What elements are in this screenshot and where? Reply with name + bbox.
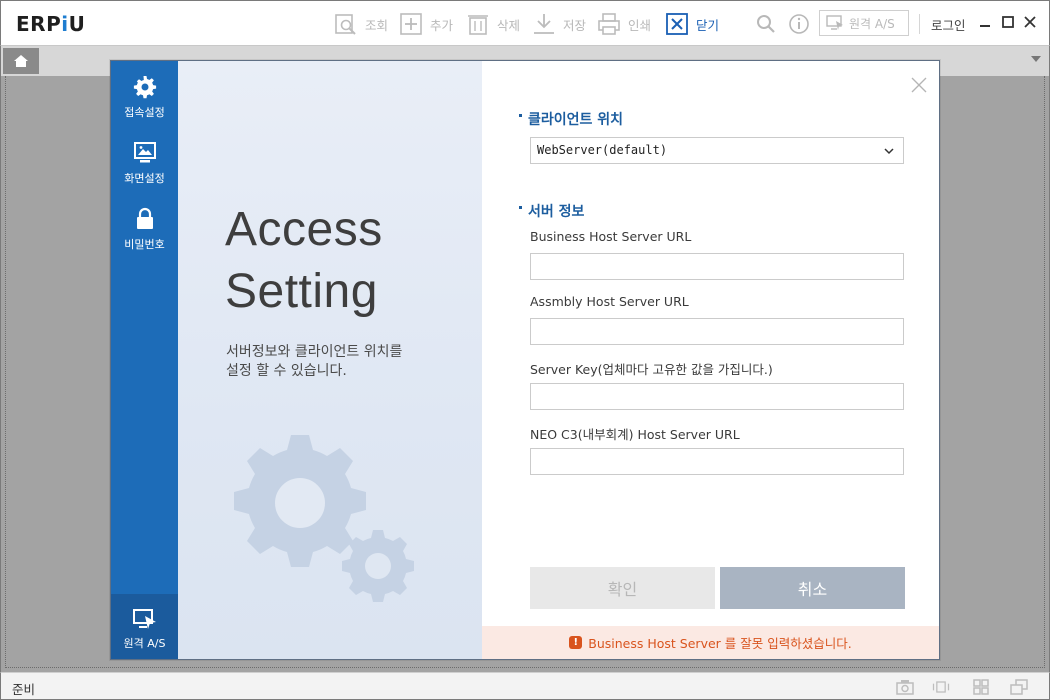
save-label: 저장 [563,17,587,33]
business-host-url-label: Business Host Server URL [530,229,692,244]
chevron-down-icon [884,148,894,155]
client-location-value: WebServer(default) [537,143,668,157]
login-link[interactable]: 로그인 [931,15,966,34]
close-box-icon [666,13,688,35]
add-icon [400,13,422,35]
cancel-button[interactable]: 취소 [720,567,905,609]
save-button[interactable]: 저장 [532,11,586,37]
app-logo: ERPiU [16,12,86,36]
camera-icon[interactable] [895,678,915,696]
assembly-host-url-label: Assmbly Host Server URL [530,294,689,309]
printer-icon [598,13,620,35]
print-button[interactable]: 인쇄 [597,11,651,37]
remote-as-button[interactable]: 원격 A/S [819,10,909,36]
close-button[interactable]: 닫기 [665,11,719,37]
maximize-icon[interactable] [1001,15,1015,29]
banner-title: Access Setting [225,203,383,318]
client-location-select[interactable]: WebServer(default) [530,137,904,164]
access-setting-dialog: 접속설정 화면설정 비밀번호 원격 A/S Access Setting 서버정… [110,60,940,660]
server-info-heading: 서버 정보 [519,201,584,221]
toolbar-divider [919,14,920,34]
nav-item-connection-settings[interactable]: 접속설정 [111,61,178,127]
nav-bottom-label: 원격 A/S [123,637,166,650]
error-message-text: Business Host Server 를 잘못 입력하셨습니다. [588,636,852,651]
status-text: 준비 [12,682,36,697]
nav-item-password[interactable]: 비밀번호 [111,193,178,259]
neo-c3-host-url-label: NEO C3(내부회계) Host Server URL [530,427,740,442]
server-key-input[interactable] [530,383,904,410]
print-label: 인쇄 [628,17,652,33]
nav-item-label: 화면설정 [124,172,165,185]
close-label: 닫기 [696,17,720,33]
add-label: 추가 [430,17,454,33]
dialog-nav: 접속설정 화면설정 비밀번호 원격 A/S [111,61,178,659]
gear-icon [133,76,156,99]
neo-c3-host-url-input[interactable] [530,448,904,475]
client-location-heading: 클라이언트 위치 [519,109,623,129]
remote-monitor-icon [132,609,156,629]
business-host-url-input[interactable] [530,253,904,280]
warning-icon: ! [569,636,583,649]
home-icon [14,55,28,67]
window-close-icon[interactable] [1023,15,1037,29]
server-key-label: Server Key(업체마다 고유한 값을 가집니다.) [530,362,773,377]
home-tab[interactable] [3,48,39,74]
tab-dropdown-icon[interactable] [1031,56,1041,62]
trash-icon [468,15,488,35]
info-icon[interactable] [787,12,811,36]
minimize-icon[interactable] [978,15,992,29]
inquire-button[interactable]: 조회 [334,11,388,37]
inquire-label: 조회 [365,17,389,33]
remote-as-label: 원격 A/S [849,16,895,31]
delete-label: 삭제 [497,17,521,33]
carousel-icon[interactable] [931,678,951,696]
delete-button[interactable]: 삭제 [466,11,520,37]
error-message-bar: ! Business Host Server 를 잘못 입력하셨습니다. [482,626,939,659]
title-bar: ERPiU 조회 추가 삭제 저장 인쇄 닫기 원격 A/S 로그인 [0,0,1050,46]
assembly-host-url-input[interactable] [530,318,904,345]
remote-monitor-icon [826,15,843,30]
gears-illustration-icon [234,435,414,602]
monitor-icon [133,142,156,163]
dialog-form: 클라이언트 위치 WebServer(default) 서버 정보 Busine… [482,61,939,659]
nav-item-label: 접속설정 [124,106,165,119]
add-button[interactable]: 추가 [399,11,453,37]
banner-description: 서버정보와 클라이언트 위치를 설정 할 수 있습니다. [226,344,403,379]
nav-item-screen-settings[interactable]: 화면설정 [111,127,178,193]
cascade-icon[interactable] [1009,678,1029,696]
grid-icon[interactable] [971,678,991,696]
status-bar: 준비 [0,672,1050,700]
dialog-close-icon[interactable] [911,77,927,93]
confirm-button[interactable]: 확인 [530,567,715,609]
search-icon[interactable] [754,12,778,36]
download-icon [534,14,554,34]
lock-icon [136,207,153,229]
inquire-icon [335,14,356,35]
nav-item-remote-as[interactable]: 원격 A/S [111,594,178,659]
dialog-banner: Access Setting 서버정보와 클라이언트 위치를 설정 할 수 있습… [178,61,482,659]
nav-item-label: 비밀번호 [124,238,165,251]
